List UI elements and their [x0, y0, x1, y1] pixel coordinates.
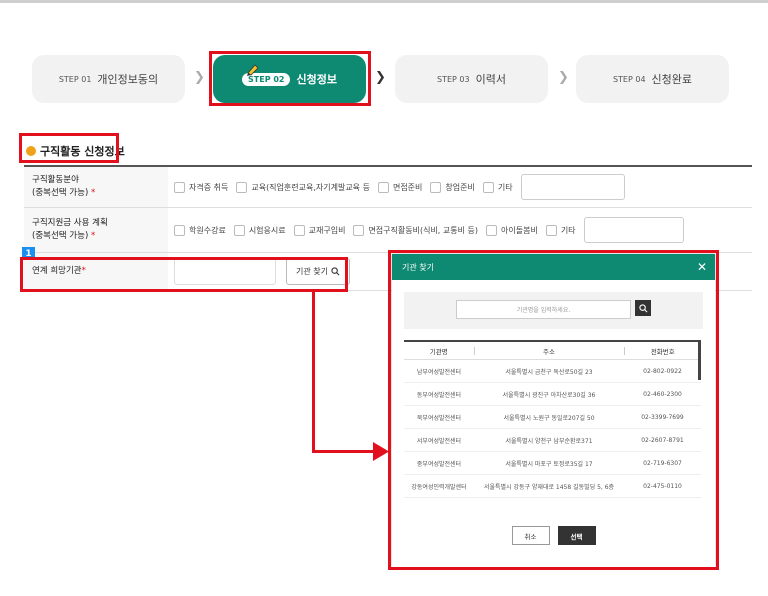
- checkbox-box[interactable]: [174, 181, 185, 193]
- checkbox-exam-fee[interactable]: 시험응시료: [233, 224, 286, 236]
- checkbox-childcare[interactable]: 아이돌봄비: [486, 224, 538, 236]
- checkbox-box[interactable]: [482, 181, 494, 193]
- checkbox-group: 자격증 취득 교육(직업훈련교육,자기계발교육 등 면접준비 창업준비 기타: [174, 167, 625, 207]
- required-mark: *: [90, 188, 96, 198]
- step-1: STEP 01 개인정보동의: [32, 55, 185, 103]
- etc-input[interactable]: [583, 217, 684, 243]
- checkbox-label: 기타: [497, 182, 513, 192]
- form-row-usage-plan: 구직지원금 사용 계획 (중복선택 가능) * 학원수강료 시험응시료 교재구입…: [24, 208, 752, 253]
- checkbox-label: 창업준비: [445, 182, 475, 192]
- checkbox-box[interactable]: [377, 181, 389, 193]
- checkbox-box[interactable]: [545, 224, 557, 236]
- checkbox-tuition[interactable]: 학원수강료: [174, 224, 226, 236]
- checkbox-certificate[interactable]: 자격증 취득: [174, 181, 229, 193]
- checkbox-box[interactable]: [353, 224, 365, 236]
- highlight-box-row: [20, 257, 348, 292]
- checkbox-box[interactable]: [236, 181, 248, 193]
- checkbox-etc[interactable]: 기타: [545, 224, 576, 236]
- checkbox-label: 아이돌봄비: [501, 225, 538, 235]
- chevron-right-icon: ❯: [375, 70, 386, 85]
- checkbox-label: 학원수강료: [189, 225, 226, 235]
- checkbox-label: 면접준비: [392, 182, 423, 192]
- step-3-number: STEP 03: [437, 74, 470, 84]
- checkbox-education[interactable]: 교육(직업훈련교육,자기계발교육 등: [236, 181, 370, 193]
- checkbox-textbook[interactable]: 교재구입비: [293, 224, 346, 236]
- form-row-activity-field: 구직활동분야 (중복선택 가능) * 자격증 취득 교육(직업훈련교육,자기계발…: [24, 165, 752, 208]
- checkbox-box[interactable]: [233, 224, 245, 236]
- step-4-label: 신청완료: [651, 73, 693, 86]
- checkbox-box[interactable]: [430, 181, 442, 193]
- checkbox-label: 시험응시료: [248, 225, 286, 235]
- checkbox-label: 자격증 취득: [189, 182, 229, 192]
- step-3: STEP 03 이력서: [395, 55, 548, 103]
- checkbox-label: 면접구직활동비(식비, 교통비 등): [368, 225, 478, 235]
- checkbox-box[interactable]: [174, 224, 185, 236]
- row-label: 구직지원금 사용 계획 (중복선택 가능) *: [24, 208, 168, 252]
- checkbox-interview[interactable]: 면접준비: [377, 181, 423, 193]
- chevron-right-icon: ❯: [194, 70, 205, 85]
- checkbox-box[interactable]: [486, 224, 497, 236]
- checkbox-interview-cost[interactable]: 면접구직활동비(식비, 교통비 등): [353, 224, 478, 236]
- step-3-label: 이력서: [475, 73, 506, 86]
- step-1-number: STEP 01: [58, 74, 92, 84]
- row-label-title: 구직지원금 사용 계획: [32, 218, 108, 228]
- highlight-box-modal: [388, 250, 719, 570]
- required-mark: *: [90, 231, 96, 241]
- connector-line: [312, 450, 377, 453]
- checkbox-box[interactable]: [293, 224, 305, 236]
- checkbox-label: 기타: [560, 225, 576, 235]
- connector-line: [312, 292, 315, 452]
- row-label: 구직활동분야 (중복선택 가능) *: [24, 167, 168, 207]
- arrow-right-icon: [373, 442, 389, 461]
- row-label-title: 구직활동분야: [32, 175, 79, 185]
- row-label-note: (중복선택 가능): [32, 188, 89, 198]
- etc-input[interactable]: [520, 174, 625, 200]
- checkbox-etc[interactable]: 기타: [482, 181, 513, 193]
- checkbox-group: 학원수강료 시험응시료 교재구입비 면접구직활동비(식비, 교통비 등) 아이돌…: [174, 208, 684, 252]
- top-border: [0, 0, 768, 3]
- row-label-note: (중복선택 가능): [32, 231, 89, 241]
- step-4-number: STEP 04: [612, 74, 646, 84]
- chevron-right-icon: ❯: [558, 70, 569, 85]
- checkbox-label: 교재구입비: [308, 225, 346, 235]
- checkbox-startup[interactable]: 창업준비: [430, 181, 475, 193]
- highlight-box-section: [19, 133, 119, 163]
- highlight-box-step: [209, 51, 371, 106]
- step-4: STEP 04 신청완료: [576, 55, 729, 103]
- checkbox-label: 교육(직업훈련교육,자기계발교육 등: [251, 182, 370, 192]
- step-1-label: 개인정보동의: [97, 73, 159, 86]
